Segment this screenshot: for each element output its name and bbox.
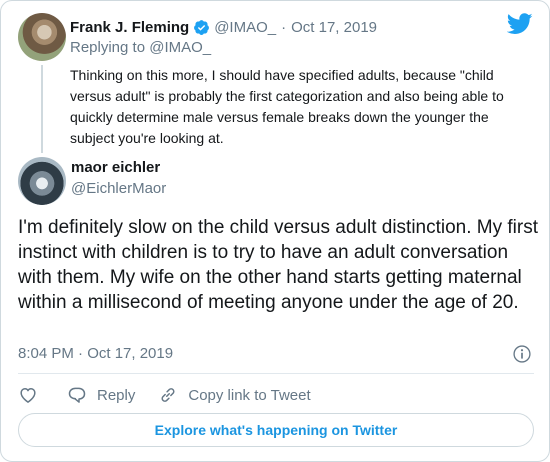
heart-icon xyxy=(20,388,36,403)
parent-tweet-header: Frank J. Fleming @IMAO_ · Oct 17, 2019 xyxy=(70,17,377,37)
main-author-handle[interactable]: @EichlerMaor xyxy=(71,180,166,197)
reply-button[interactable]: Reply xyxy=(67,385,135,405)
parent-tweet-date[interactable]: Oct 17, 2019 xyxy=(291,19,377,36)
link-icon xyxy=(161,388,175,402)
parent-author-handle[interactable]: @IMAO_ xyxy=(214,19,276,36)
reply-icon xyxy=(68,387,86,403)
replying-to-label: Replying to @IMAO_ xyxy=(70,39,212,56)
main-tweet-text: I'm definitely slow on the child versus … xyxy=(18,217,539,313)
header-separator: · xyxy=(281,18,287,36)
main-author-avatar[interactable] xyxy=(18,157,66,205)
verified-badge-icon xyxy=(194,19,210,35)
thread-connector-line xyxy=(41,65,43,153)
parent-author-avatar[interactable] xyxy=(18,13,66,61)
like-button[interactable] xyxy=(18,385,38,405)
info-icon[interactable] xyxy=(512,344,532,364)
parent-author-name[interactable]: Frank J. Fleming xyxy=(70,19,189,36)
tweet-actions-bar: Reply Copy link to Tweet xyxy=(18,384,311,406)
explore-twitter-button[interactable]: Explore what's happening on Twitter xyxy=(18,413,534,447)
twitter-bird-icon[interactable] xyxy=(507,13,533,35)
main-author-name[interactable]: maor eichler xyxy=(71,159,160,176)
copy-link-label: Copy link to Tweet xyxy=(188,386,311,404)
reply-label: Reply xyxy=(97,386,136,404)
tweet-embed-card: Frank J. Fleming @IMAO_ · Oct 17, 2019 R… xyxy=(0,0,550,462)
actions-divider xyxy=(18,373,534,374)
tweet-timestamp[interactable]: 8:04 PM · Oct 17, 2019 xyxy=(18,345,173,362)
copy-link-button[interactable]: Copy link to Tweet xyxy=(158,385,311,405)
parent-tweet-text: Thinking on this more, I should have spe… xyxy=(70,67,504,146)
